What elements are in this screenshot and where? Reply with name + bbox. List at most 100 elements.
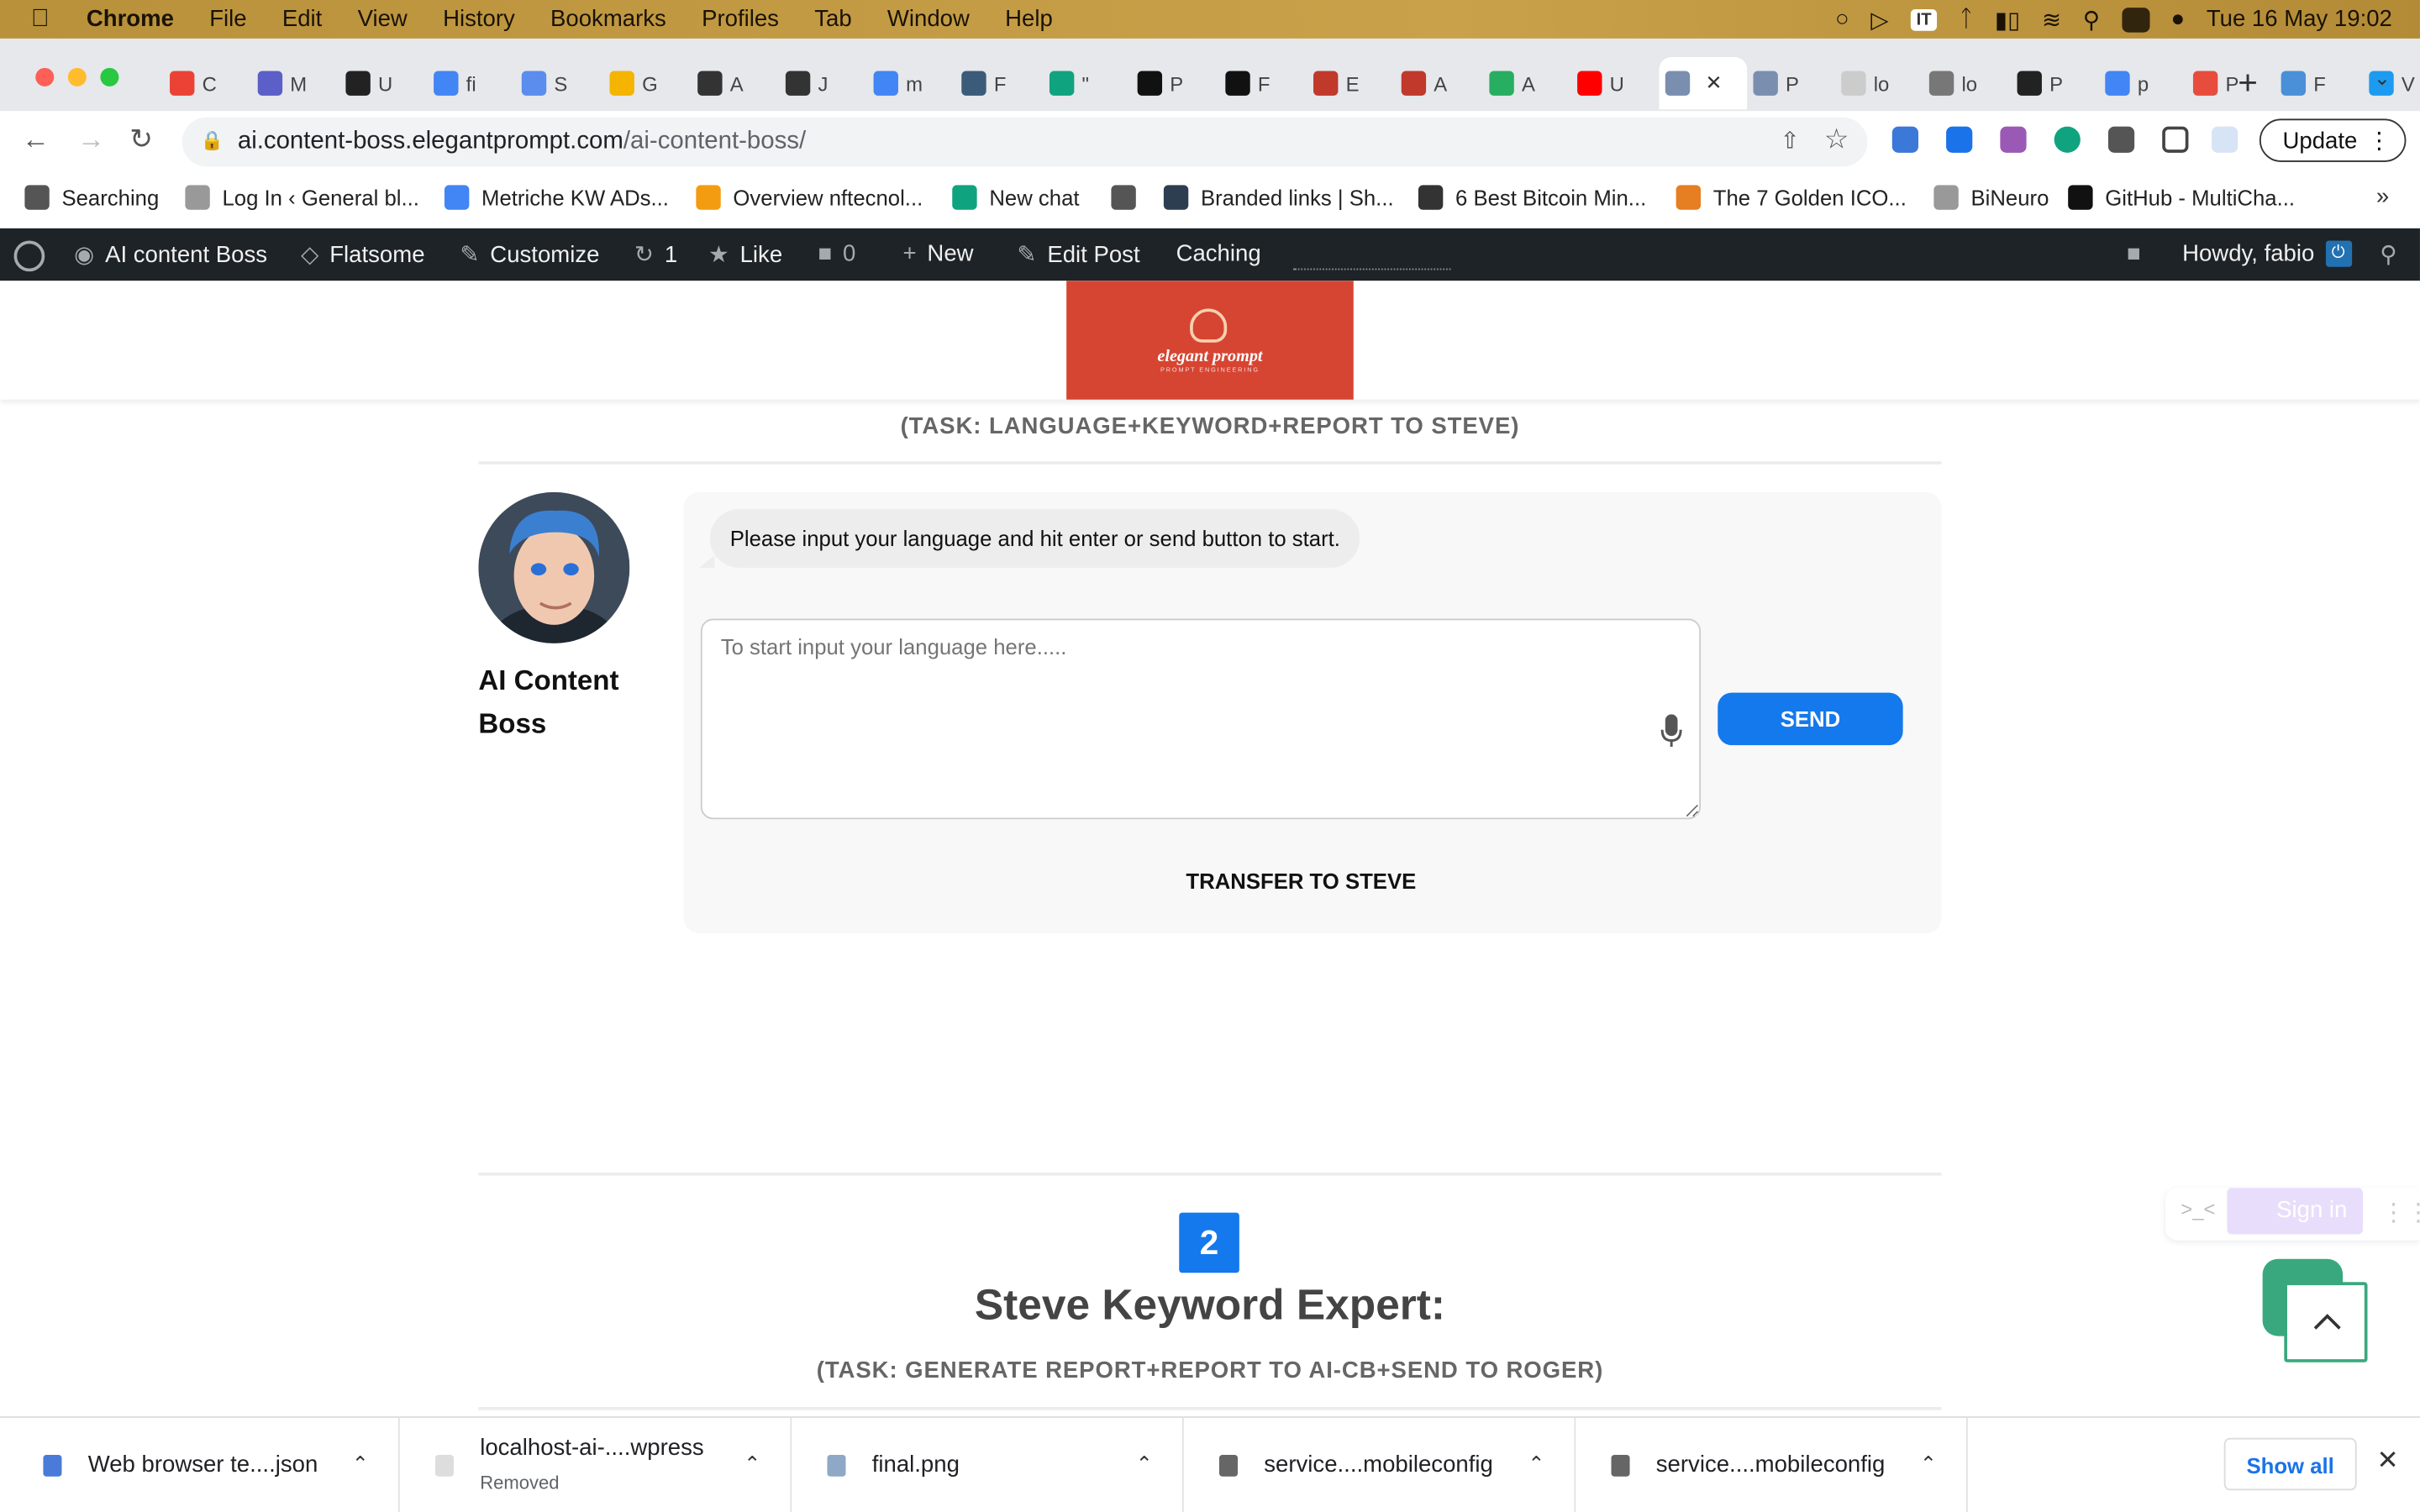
download-item[interactable]: service....mobileconfig ⌃ <box>1574 1417 1968 1512</box>
tab-search-chevron-icon[interactable]: ⌄ <box>2374 66 2391 91</box>
microphone-icon[interactable] <box>1660 714 1682 748</box>
bookmark-item[interactable]: Log In ‹ General bl... <box>185 185 419 210</box>
back-arrow-icon[interactable]: ← <box>22 123 50 156</box>
send-button[interactable]: SEND <box>1718 692 1903 746</box>
reload-icon[interactable]: ↻ <box>129 123 153 156</box>
chevron-up-icon[interactable]: ⌃ <box>1528 1452 1544 1476</box>
browser-tab[interactable]: U <box>1571 60 1660 107</box>
bluetooth-icon[interactable]: ᛏ <box>1960 6 1974 32</box>
menu-window[interactable]: Window <box>887 6 970 32</box>
admin-search-icon[interactable]: ⚲ <box>2380 241 2396 268</box>
menu-history[interactable]: History <box>443 6 515 32</box>
download-item[interactable]: Web browser te....json ⌃ <box>6 1417 400 1512</box>
browser-tab[interactable]: A <box>1395 60 1483 107</box>
new-content-link[interactable]: + New <box>902 241 973 267</box>
chevron-up-icon[interactable]: ⌃ <box>744 1452 760 1476</box>
forward-arrow-icon[interactable]: → <box>77 123 105 156</box>
customize-link[interactable]: ✎ Customize <box>460 241 599 268</box>
menu-profiles[interactable]: Profiles <box>702 6 779 32</box>
signin-button[interactable]: Sign in <box>2227 1188 2363 1235</box>
bookmark-item[interactable]: GitHub - MultiCha... <box>2068 185 2295 210</box>
browser-tab[interactable]: F <box>2275 60 2363 107</box>
menu-tab[interactable]: Tab <box>814 6 851 32</box>
bookmark-item[interactable]: 6 Best Bitcoin Min... <box>1418 185 1646 210</box>
theme-link[interactable]: ◇ Flatsome <box>301 241 424 268</box>
browser-tab[interactable]: F <box>955 60 1044 107</box>
browser-tab[interactable]: S <box>515 60 603 107</box>
comments-link[interactable]: ■ 0 <box>818 241 855 267</box>
app-menu[interactable]: Chrome <box>87 6 174 32</box>
bookmark-item[interactable]: The 7 Golden ICO... <box>1676 185 1907 210</box>
extension-code-icon[interactable] <box>2000 126 2027 153</box>
browser-tab[interactable]: lo <box>1923 60 2012 107</box>
play-icon[interactable]: ▷ <box>1870 5 1888 33</box>
kebab-menu-icon[interactable]: ⋮ <box>2367 120 2391 163</box>
bookmark-item[interactable]: Metriche KW ADs... <box>444 185 669 210</box>
browser-tab[interactable]: m <box>867 60 955 107</box>
close-window-button[interactable] <box>35 67 55 87</box>
caching-link[interactable]: Caching <box>1176 241 1261 267</box>
chevron-up-icon[interactable]: ⌃ <box>1920 1452 1937 1476</box>
updates-link[interactable]: ↻ 1 <box>634 241 677 268</box>
url-text[interactable]: ai.content-boss.elegantprompt.com/ai-con… <box>238 128 806 155</box>
menu-edit[interactable]: Edit <box>282 6 322 32</box>
bookmark-item[interactable]: New chat <box>952 185 1080 210</box>
new-tab-button[interactable]: + <box>2238 63 2258 103</box>
menu-help[interactable]: Help <box>1005 6 1053 32</box>
close-downloads-icon[interactable]: ✕ <box>2377 1446 2399 1477</box>
bookmark-item[interactable]: Overview nftecnol... <box>696 185 923 210</box>
close-tab-icon[interactable]: ✕ <box>1706 71 1723 95</box>
wifi-icon[interactable]: ≋ <box>2042 5 2061 33</box>
browser-tab[interactable]: p <box>2099 60 2187 107</box>
language-input[interactable] <box>700 618 1702 820</box>
site-name-link[interactable]: ◉ AI content Boss <box>74 241 267 268</box>
download-item[interactable]: final.png ⌃ <box>790 1417 1184 1512</box>
browser-tab[interactable]: A <box>692 60 780 107</box>
browser-tab[interactable]: fi <box>428 60 516 107</box>
lock-icon[interactable]: 🔒 <box>201 129 224 151</box>
browser-tab[interactable]: P <box>2011 60 2099 107</box>
download-item[interactable]: service....mobileconfig ⌃ <box>1182 1417 1576 1512</box>
drag-handle-icon[interactable]: ⋮⋮ <box>2381 1197 2420 1228</box>
bookmark-item[interactable]: BiNeuro <box>1933 185 2049 210</box>
extension-iso-icon[interactable] <box>2211 126 2238 153</box>
browser-tab[interactable]: P <box>2187 60 2275 107</box>
search-icon[interactable]: ⚲ <box>2083 5 2100 33</box>
side-panel-icon[interactable] <box>2162 126 2189 153</box>
input-source-indicator[interactable]: IT <box>1910 8 1938 30</box>
clock[interactable]: Tue 16 May 19:02 <box>2207 6 2392 32</box>
browser-tab[interactable]: P <box>1747 60 1835 107</box>
chevron-up-icon[interactable]: ⌃ <box>1136 1452 1153 1476</box>
browser-tab[interactable]: P <box>1131 60 1219 107</box>
browser-tab[interactable]: U <box>339 60 428 107</box>
bookmark-item[interactable]: Searching <box>24 185 159 210</box>
browser-tab[interactable]: " <box>1044 60 1132 107</box>
notifications-icon[interactable]: ■ <box>2127 241 2141 267</box>
extension-reader-icon[interactable] <box>1946 126 1973 153</box>
extension-kp-icon[interactable] <box>1891 126 1919 153</box>
download-item[interactable]: localhost-ai-....wpress Removed ⌃ <box>398 1417 792 1512</box>
minimize-window-button[interactable] <box>67 67 87 87</box>
show-all-downloads-button[interactable]: Show all <box>2223 1437 2357 1491</box>
siri-icon[interactable]: ● <box>2170 6 2185 32</box>
scroll-to-top-button[interactable] <box>2284 1282 2368 1362</box>
browser-tab[interactable]: G <box>603 60 692 107</box>
apple-icon[interactable]:  <box>31 5 71 33</box>
browser-tab[interactable]: ✕ <box>1659 56 1748 110</box>
chevron-up-icon[interactable]: ⌃ <box>352 1452 369 1476</box>
browser-tab[interactable]: C <box>164 60 252 107</box>
bookmark-star-icon[interactable]: ☆ <box>1824 123 1849 156</box>
zoom-window-button[interactable] <box>100 67 119 87</box>
edit-post-link[interactable]: ✎ Edit Post <box>1017 241 1139 268</box>
battery-saver-icon[interactable]: ○ <box>1835 6 1849 32</box>
code-icon[interactable]: >_< <box>2181 1197 2215 1221</box>
wordpress-logo-icon[interactable] <box>13 240 45 272</box>
browser-tab[interactable]: M <box>251 60 339 107</box>
browser-tab[interactable]: E <box>1307 60 1396 107</box>
battery-icon[interactable]: ▮▯ <box>1995 5 2020 33</box>
menu-view[interactable]: View <box>358 6 408 32</box>
menu-file[interactable]: File <box>209 6 246 32</box>
control-center-icon[interactable] <box>2121 7 2149 32</box>
browser-tab[interactable]: J <box>780 60 868 107</box>
bookmark-item[interactable]: Branded links | Sh... <box>1163 185 1394 210</box>
